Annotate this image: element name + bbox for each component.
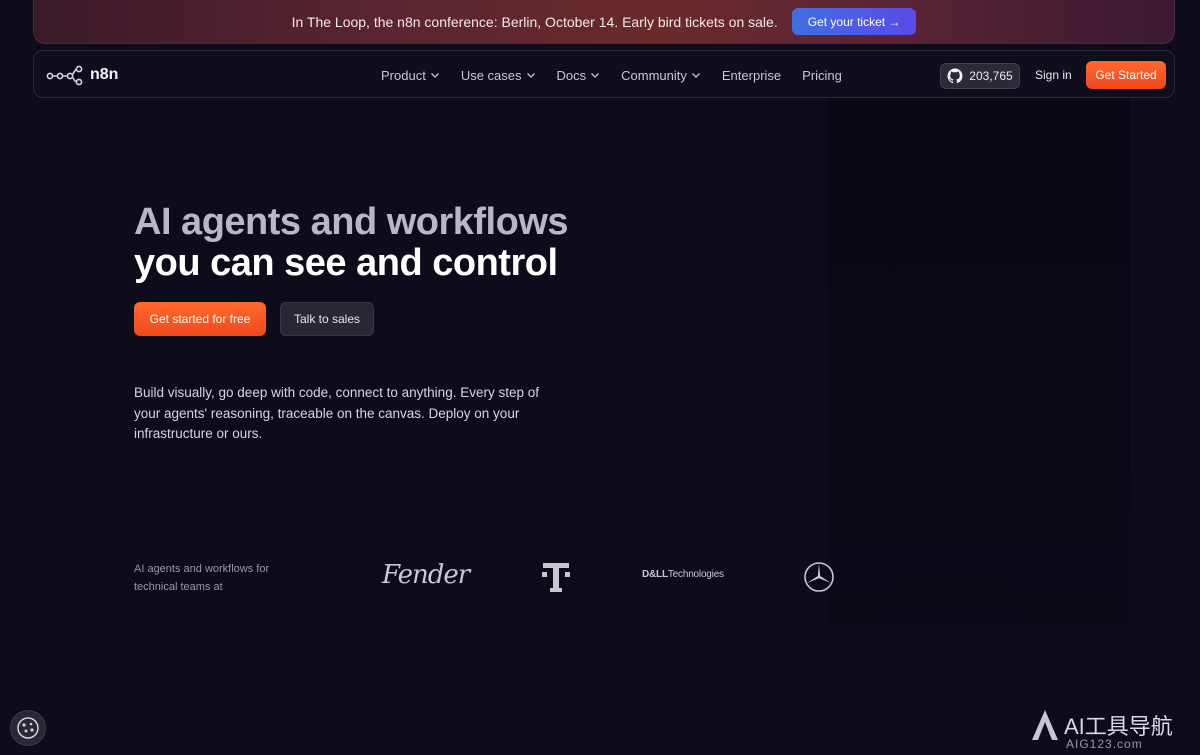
menu-docs[interactable]: Docs xyxy=(557,68,601,83)
t-mobile-logo xyxy=(541,561,571,598)
logos-label: AI agents and workflows for technical te… xyxy=(134,563,270,593)
dell-technologies-text: Technologies xyxy=(667,569,724,580)
cookie-settings-button[interactable] xyxy=(10,710,46,746)
t-mobile-icon xyxy=(542,563,570,592)
menu-label: Use cases xyxy=(460,67,522,83)
menu-community[interactable]: Community xyxy=(621,68,701,83)
watermark-a-icon xyxy=(1032,710,1058,740)
main-menu: Product Use cases Docs Community Enterpr… xyxy=(381,51,842,99)
menu-label: Pricing xyxy=(802,67,842,83)
sign-in-link[interactable]: Sign in xyxy=(1035,68,1072,82)
mercedes-star-icon xyxy=(804,562,834,592)
chevron-down-icon xyxy=(526,73,535,78)
talk-to-sales-button[interactable]: Talk to sales xyxy=(280,302,374,336)
dell-wordmark: D&LL xyxy=(642,569,668,580)
banner-text: In The Loop, the n8n conference: Berlin,… xyxy=(291,13,778,30)
menu-label: Enterprise xyxy=(721,67,782,83)
logo-text: n8n xyxy=(90,66,119,83)
menu-product[interactable]: Product xyxy=(381,68,440,83)
hero-title-line1: AI agents and workflows xyxy=(134,201,569,243)
menu-pricing[interactable]: Pricing xyxy=(802,68,842,83)
cookie-icon xyxy=(17,717,39,739)
chevron-down-icon xyxy=(591,73,600,78)
menu-label: Product xyxy=(381,67,426,83)
github-stars-count: 203,765 xyxy=(969,69,1013,83)
dell-technologies-logo: D&LLTechnologies xyxy=(642,569,724,580)
hero-title: AI agents and workflows you can see and … xyxy=(134,201,569,284)
hero-title-line2: you can see and control xyxy=(134,242,558,284)
menu-label: Community xyxy=(621,67,687,83)
hero-description: Build visually, go deep with code, conne… xyxy=(134,385,539,441)
announcement-banner: In The Loop, the n8n conference: Berlin,… xyxy=(33,0,1175,44)
top-navbar: n8n Product Use cases Docs Community Ent… xyxy=(33,50,1175,98)
n8n-logo[interactable]: n8n xyxy=(46,64,118,86)
menu-use-cases[interactable]: Use cases xyxy=(461,68,536,83)
menu-label: Docs xyxy=(556,67,587,83)
get-started-free-button[interactable]: Get started for free xyxy=(134,302,266,336)
github-icon xyxy=(947,68,963,84)
n8n-logo-icon xyxy=(46,65,83,86)
fender-logo: Fender xyxy=(382,560,470,590)
chevron-down-icon xyxy=(691,73,700,78)
menu-enterprise[interactable]: Enterprise xyxy=(722,68,781,83)
mercedes-logo xyxy=(803,561,835,598)
hero-visual-panel xyxy=(828,98,1130,630)
github-stars-button[interactable]: 203,765 xyxy=(940,63,1020,89)
chevron-down-icon xyxy=(430,73,439,78)
get-ticket-button[interactable]: Get your ticket → xyxy=(791,8,917,35)
get-started-button[interactable]: Get Started xyxy=(1086,61,1166,89)
watermark-subtext: AIG123.com xyxy=(1066,737,1143,751)
